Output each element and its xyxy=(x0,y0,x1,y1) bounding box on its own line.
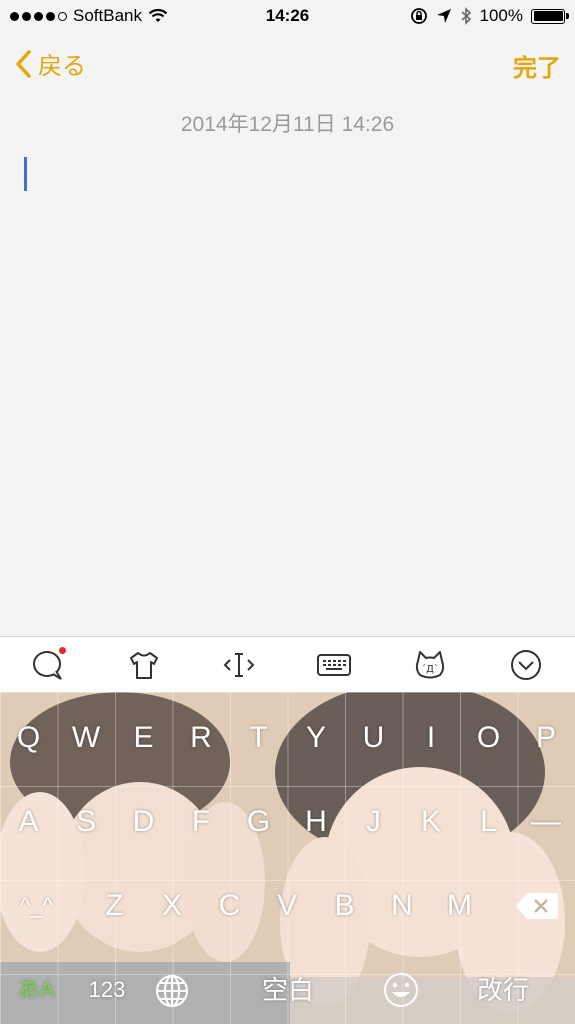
chat-bubble-icon[interactable] xyxy=(28,647,68,683)
smiley-icon xyxy=(384,973,418,1007)
backspace-icon xyxy=(515,893,558,919)
key-m[interactable]: M xyxy=(431,876,488,936)
key-p[interactable]: P xyxy=(518,708,575,768)
chevron-down-icon[interactable] xyxy=(506,647,546,683)
numbers-key[interactable]: 123 xyxy=(78,960,136,1020)
key-emoticon[interactable]: ^_^ xyxy=(8,876,65,936)
key-long-dash[interactable]: — xyxy=(518,792,575,852)
battery-percent: 100% xyxy=(479,6,523,25)
cat-face-icon[interactable]: ´Д` xyxy=(410,647,450,683)
key-g[interactable]: G xyxy=(230,792,287,852)
key-s[interactable]: S xyxy=(58,792,115,852)
key-h[interactable]: H xyxy=(288,792,345,852)
emoji-key[interactable] xyxy=(375,972,427,1010)
space-key[interactable]: 空白 xyxy=(230,960,346,1020)
cursor-move-icon[interactable] xyxy=(219,647,259,683)
key-u[interactable]: U xyxy=(345,708,402,768)
keyboard-icon[interactable] xyxy=(314,647,354,683)
key-a[interactable]: A xyxy=(0,792,57,852)
key-row-2: A S D F G H J K L — xyxy=(0,792,575,852)
key-t[interactable]: T xyxy=(230,708,287,768)
chevron-left-icon xyxy=(16,49,31,78)
battery-icon xyxy=(531,8,569,24)
key-r[interactable]: R xyxy=(173,708,230,768)
svg-text:´Д`: ´Д` xyxy=(421,663,439,675)
done-button[interactable]: 完了 xyxy=(513,48,561,83)
keyboard-toolbar: ´Д` xyxy=(0,636,575,693)
key-j[interactable]: J xyxy=(345,792,402,852)
navigation-bar: 戻る 完了 xyxy=(0,38,575,94)
key-x[interactable]: X xyxy=(144,876,201,936)
text-cursor[interactable] xyxy=(24,157,27,191)
key-c[interactable]: C xyxy=(201,876,258,936)
rotation-lock-icon xyxy=(410,8,427,24)
key-e[interactable]: E xyxy=(115,708,172,768)
note-date: 2014年12月11日 14:26 xyxy=(180,113,395,136)
key-o[interactable]: O xyxy=(460,708,517,768)
globe-icon xyxy=(156,975,188,1007)
key-w[interactable]: W xyxy=(58,708,115,768)
key-l[interactable]: L xyxy=(460,792,517,852)
back-button[interactable]: 戻る xyxy=(14,46,86,81)
key-v[interactable]: V xyxy=(259,876,316,936)
key-row-1: Q W E R T Y U I O P xyxy=(0,708,575,768)
key-y[interactable]: Y xyxy=(288,708,345,768)
language-key[interactable]: あA xyxy=(6,960,66,1020)
key-n[interactable]: N xyxy=(374,876,431,936)
key-f[interactable]: F xyxy=(173,792,230,852)
key-k[interactable]: K xyxy=(403,792,460,852)
back-label: 戻る xyxy=(38,53,86,80)
bluetooth-icon xyxy=(460,7,471,25)
key-row-3: ^_^ Z X C V B N M xyxy=(0,876,575,936)
status-bar: SoftBank 14:26 100% xyxy=(0,0,575,32)
backspace-key[interactable] xyxy=(508,892,565,920)
key-row-4: あA 123 空白 改行 xyxy=(0,960,575,1020)
return-key[interactable]: 改行 xyxy=(460,960,546,1020)
tshirt-icon[interactable] xyxy=(124,647,164,683)
lang-label: あA xyxy=(17,977,55,1002)
key-i[interactable]: I xyxy=(403,708,460,768)
key-b[interactable]: B xyxy=(316,876,373,936)
key-d[interactable]: D xyxy=(115,792,172,852)
location-arrow-icon xyxy=(436,9,451,23)
keyboard: Q W E R T Y U I O P A S D F G H J K L — … xyxy=(0,692,575,1024)
key-q[interactable]: Q xyxy=(0,708,57,768)
notification-dot xyxy=(59,647,66,654)
key-z[interactable]: Z xyxy=(86,876,143,936)
globe-key[interactable] xyxy=(146,974,198,1008)
